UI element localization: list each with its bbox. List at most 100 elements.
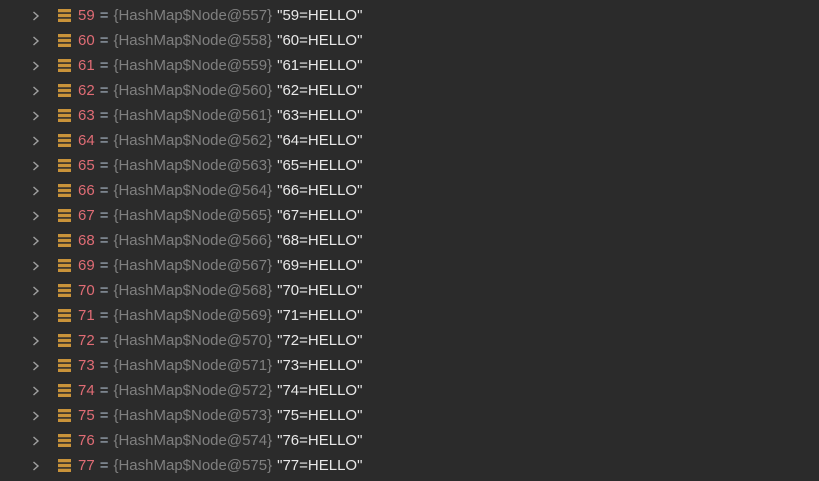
entry-value: "72=HELLO" bbox=[277, 332, 363, 349]
entry-key: 59 bbox=[78, 7, 95, 24]
entry-value: "60=HELLO" bbox=[277, 32, 363, 49]
field-stack-icon bbox=[57, 9, 71, 23]
equals-sign: = bbox=[99, 332, 109, 349]
field-stack-icon bbox=[57, 259, 71, 273]
equals-sign: = bbox=[99, 82, 109, 99]
entry-key: 72 bbox=[78, 332, 95, 349]
chevron-right-icon[interactable] bbox=[31, 310, 41, 321]
tree-row[interactable]: 63 = {HashMap$Node@561} "63=HELLO" bbox=[0, 103, 819, 128]
entry-value: "75=HELLO" bbox=[277, 407, 363, 424]
chevron-right-icon[interactable] bbox=[31, 135, 41, 146]
tree-row[interactable]: 60 = {HashMap$Node@558} "60=HELLO" bbox=[0, 28, 819, 53]
tree-row[interactable]: 70 = {HashMap$Node@568} "70=HELLO" bbox=[0, 278, 819, 303]
entry-type: {HashMap$Node@575} bbox=[113, 457, 273, 474]
entry-type: {HashMap$Node@570} bbox=[113, 332, 273, 349]
chevron-right-icon[interactable] bbox=[31, 185, 41, 196]
tree-row[interactable]: 67 = {HashMap$Node@565} "67=HELLO" bbox=[0, 203, 819, 228]
equals-sign: = bbox=[99, 407, 109, 424]
tree-row[interactable]: 61 = {HashMap$Node@559} "61=HELLO" bbox=[0, 53, 819, 78]
entry-type: {HashMap$Node@567} bbox=[113, 257, 273, 274]
tree-row[interactable]: 76 = {HashMap$Node@574} "76=HELLO" bbox=[0, 428, 819, 453]
chevron-right-icon[interactable] bbox=[31, 210, 41, 221]
chevron-right-icon[interactable] bbox=[31, 85, 41, 96]
entry-type: {HashMap$Node@571} bbox=[113, 357, 273, 374]
entry-type: {HashMap$Node@574} bbox=[113, 432, 273, 449]
field-stack-icon bbox=[57, 459, 71, 473]
entry-key: 60 bbox=[78, 32, 95, 49]
entry-type: {HashMap$Node@561} bbox=[113, 107, 273, 124]
field-stack-icon bbox=[57, 359, 71, 373]
entry-value: "70=HELLO" bbox=[277, 282, 363, 299]
tree-row[interactable]: 68 = {HashMap$Node@566} "68=HELLO" bbox=[0, 228, 819, 253]
entry-key: 76 bbox=[78, 432, 95, 449]
entry-key: 61 bbox=[78, 57, 95, 74]
equals-sign: = bbox=[99, 257, 109, 274]
entry-type: {HashMap$Node@560} bbox=[113, 82, 273, 99]
tree-row[interactable]: 74 = {HashMap$Node@572} "74=HELLO" bbox=[0, 378, 819, 403]
entry-value: "63=HELLO" bbox=[277, 107, 363, 124]
entry-value: "62=HELLO" bbox=[277, 82, 363, 99]
field-stack-icon bbox=[57, 234, 71, 248]
equals-sign: = bbox=[99, 107, 109, 124]
field-stack-icon bbox=[57, 409, 71, 423]
tree-row[interactable]: 65 = {HashMap$Node@563} "65=HELLO" bbox=[0, 153, 819, 178]
chevron-right-icon[interactable] bbox=[31, 410, 41, 421]
entry-key: 77 bbox=[78, 457, 95, 474]
equals-sign: = bbox=[99, 132, 109, 149]
entry-key: 68 bbox=[78, 232, 95, 249]
tree-row[interactable]: 77 = {HashMap$Node@575} "77=HELLO" bbox=[0, 453, 819, 478]
entry-value: "65=HELLO" bbox=[277, 157, 363, 174]
chevron-right-icon[interactable] bbox=[31, 235, 41, 246]
entry-value: "77=HELLO" bbox=[277, 457, 363, 474]
chevron-right-icon[interactable] bbox=[31, 360, 41, 371]
chevron-right-icon[interactable] bbox=[31, 335, 41, 346]
chevron-right-icon[interactable] bbox=[31, 435, 41, 446]
equals-sign: = bbox=[99, 432, 109, 449]
field-stack-icon bbox=[57, 84, 71, 98]
entry-value: "71=HELLO" bbox=[277, 307, 363, 324]
chevron-right-icon[interactable] bbox=[31, 260, 41, 271]
chevron-right-icon[interactable] bbox=[31, 110, 41, 121]
chevron-right-icon[interactable] bbox=[31, 285, 41, 296]
field-stack-icon bbox=[57, 334, 71, 348]
chevron-right-icon[interactable] bbox=[31, 35, 41, 46]
entry-key: 63 bbox=[78, 107, 95, 124]
entry-value: "74=HELLO" bbox=[277, 382, 363, 399]
chevron-right-icon[interactable] bbox=[31, 460, 41, 471]
tree-row[interactable]: 73 = {HashMap$Node@571} "73=HELLO" bbox=[0, 353, 819, 378]
entry-value: "76=HELLO" bbox=[277, 432, 363, 449]
tree-row[interactable]: 66 = {HashMap$Node@564} "66=HELLO" bbox=[0, 178, 819, 203]
entry-type: {HashMap$Node@566} bbox=[113, 232, 273, 249]
entry-value: "64=HELLO" bbox=[277, 132, 363, 149]
tree-row[interactable]: 64 = {HashMap$Node@562} "64=HELLO" bbox=[0, 128, 819, 153]
entry-value: "66=HELLO" bbox=[277, 182, 363, 199]
equals-sign: = bbox=[99, 357, 109, 374]
entry-type: {HashMap$Node@569} bbox=[113, 307, 273, 324]
chevron-right-icon[interactable] bbox=[31, 10, 41, 21]
entry-type: {HashMap$Node@558} bbox=[113, 32, 273, 49]
equals-sign: = bbox=[99, 207, 109, 224]
chevron-right-icon[interactable] bbox=[31, 60, 41, 71]
entry-key: 64 bbox=[78, 132, 95, 149]
field-stack-icon bbox=[57, 159, 71, 173]
field-stack-icon bbox=[57, 184, 71, 198]
entry-key: 65 bbox=[78, 157, 95, 174]
entry-key: 62 bbox=[78, 82, 95, 99]
tree-row[interactable]: 75 = {HashMap$Node@573} "75=HELLO" bbox=[0, 403, 819, 428]
field-stack-icon bbox=[57, 284, 71, 298]
entry-key: 70 bbox=[78, 282, 95, 299]
chevron-right-icon[interactable] bbox=[31, 385, 41, 396]
chevron-right-icon[interactable] bbox=[31, 160, 41, 171]
tree-row[interactable]: 62 = {HashMap$Node@560} "62=HELLO" bbox=[0, 78, 819, 103]
entry-value: "61=HELLO" bbox=[277, 57, 363, 74]
tree-row[interactable]: 72 = {HashMap$Node@570} "72=HELLO" bbox=[0, 328, 819, 353]
tree-row[interactable]: 71 = {HashMap$Node@569} "71=HELLO" bbox=[0, 303, 819, 328]
equals-sign: = bbox=[99, 182, 109, 199]
tree-row[interactable]: 69 = {HashMap$Node@567} "69=HELLO" bbox=[0, 253, 819, 278]
entry-value: "73=HELLO" bbox=[277, 357, 363, 374]
field-stack-icon bbox=[57, 59, 71, 73]
entry-key: 75 bbox=[78, 407, 95, 424]
entry-type: {HashMap$Node@573} bbox=[113, 407, 273, 424]
entry-type: {HashMap$Node@565} bbox=[113, 207, 273, 224]
tree-row[interactable]: 59 = {HashMap$Node@557} "59=HELLO" bbox=[0, 3, 819, 28]
